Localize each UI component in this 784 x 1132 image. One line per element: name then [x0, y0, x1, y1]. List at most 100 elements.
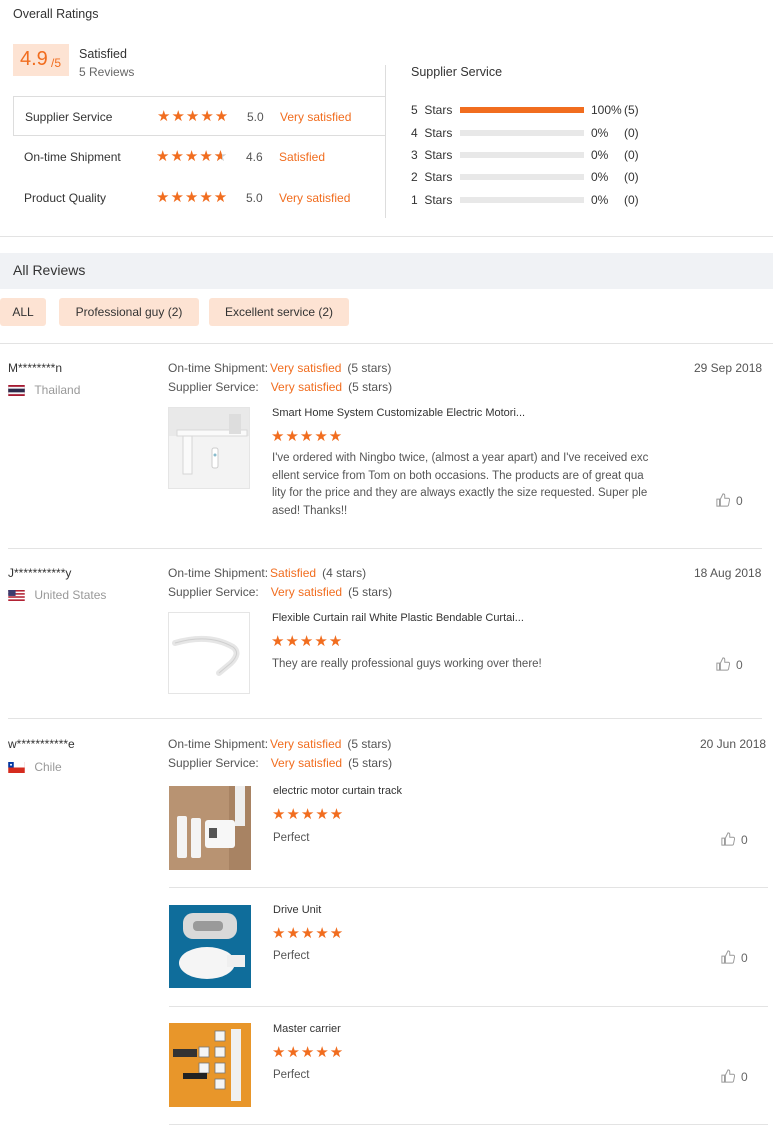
rating-row-product-quality[interactable]: Product Quality ★★★★★ 5.0 Very satisfied: [13, 178, 385, 218]
ontime-text: Very satisfied: [270, 361, 342, 375]
rating-value: 5.0: [247, 110, 264, 124]
product-thumbnail[interactable]: [169, 786, 251, 870]
review-divider: [8, 718, 762, 719]
chile-flag-icon: [8, 762, 25, 774]
rating-row-label: On-time Shipment: [24, 150, 121, 164]
review-date: 18 Aug 2018: [694, 566, 762, 580]
filter-professional-guy-button[interactable]: Professional guy (2): [59, 298, 199, 326]
product-title[interactable]: Master carrier: [273, 1023, 341, 1035]
distribution-row-2: 2 Stars 0% (0): [411, 170, 651, 184]
dist-pct: 0%: [591, 193, 609, 207]
overall-status: Satisfied: [79, 47, 127, 61]
product-thumbnail[interactable]: [169, 1023, 251, 1107]
like-button[interactable]: 0: [721, 1069, 748, 1084]
ontime-text: Very satisfied: [270, 737, 342, 751]
reviewer-country: United States: [8, 588, 106, 602]
like-button[interactable]: 0: [716, 657, 743, 672]
dist-label: 5 Stars: [411, 103, 453, 117]
like-button[interactable]: 0: [716, 493, 743, 508]
review-text-line: Perfect: [273, 1069, 310, 1081]
overall-score: 4.9: [20, 48, 48, 70]
like-count: 0: [736, 658, 743, 672]
section-divider: [0, 236, 773, 237]
rating-row-label: Product Quality: [24, 191, 107, 205]
like-button[interactable]: 0: [721, 832, 748, 847]
thumbs-up-icon: [721, 1069, 736, 1083]
dist-count: (0): [624, 126, 639, 140]
reviewer-name: w***********e: [8, 737, 75, 751]
product-title[interactable]: electric motor curtain track: [273, 785, 402, 797]
rating-stars: ★★★★★: [157, 108, 230, 125]
dist-label: 1 Stars: [411, 193, 453, 207]
product-title[interactable]: Smart Home System Customizable Electric …: [272, 407, 525, 419]
rating-text: Very satisfied: [279, 191, 351, 205]
product-thumbnail[interactable]: [169, 905, 251, 988]
distribution-row-4: 4 Stars 0% (0): [411, 126, 651, 140]
review-text-line: ased! Thanks!!: [272, 504, 348, 517]
overall-ratings-title: Overall Ratings: [13, 7, 99, 21]
smart-home-product-image: [169, 408, 249, 488]
product-rating-stars: ★★★★★: [271, 633, 344, 650]
overall-score-of: /5: [51, 56, 62, 70]
rating-text: Very satisfied: [280, 110, 352, 124]
item-divider: [169, 887, 768, 888]
usa-flag-icon: [8, 590, 25, 602]
supplier-label: Supplier Service:: [168, 380, 259, 394]
ontime-text: Satisfied: [270, 566, 317, 580]
country-name: Chile: [34, 760, 62, 774]
drive-unit-product-image: [169, 905, 251, 988]
review-text-line: They are really professional guys workin…: [272, 658, 542, 670]
thumbs-up-icon: [721, 950, 736, 964]
rating-row-label: Supplier Service: [25, 110, 113, 124]
review-text: Perfect: [273, 830, 309, 848]
dist-bar: [460, 152, 584, 158]
reviewer-country: Thailand: [8, 383, 80, 397]
dist-count: (0): [624, 148, 639, 162]
review-text-line: ellent service from Tom on both occasion…: [272, 469, 644, 482]
review-date: 29 Sep 2018: [694, 361, 763, 375]
product-thumbnail[interactable]: [168, 612, 250, 694]
like-count: 0: [741, 951, 748, 965]
product-rating-stars: ★★★★★: [272, 925, 345, 942]
all-reviews-header: All Reviews: [0, 253, 773, 289]
item-divider: [169, 1124, 768, 1125]
filter-all-button[interactable]: ALL: [0, 298, 46, 326]
motor-track-product-image: [169, 786, 251, 870]
dist-bar: [460, 130, 584, 136]
dist-pct: 0%: [591, 148, 609, 162]
like-count: 0: [741, 1070, 748, 1084]
dist-pct: 0%: [591, 126, 609, 140]
supplier-service-line: Supplier Service: Very satisfied (5 stars): [168, 585, 392, 599]
rating-row-ontime-shipment[interactable]: On-time Shipment ★★★★★ 4.6 Satisfied: [13, 137, 385, 177]
rating-row-supplier-service[interactable]: Supplier Service ★★★★★ 5.0 Very satisfie…: [13, 96, 385, 136]
ontime-shipment-line: On-time Shipment: Very satisfied (5 stars): [168, 737, 391, 751]
overall-reviews-count: 5 Reviews: [79, 65, 135, 79]
dist-bar: [460, 197, 584, 203]
thumbs-up-icon: [716, 493, 731, 507]
ontime-shipment-line: On-time Shipment: Satisfied (4 stars): [168, 566, 366, 580]
reviewer-country: Chile: [8, 760, 62, 774]
product-rating-stars: ★★★★★: [272, 1044, 345, 1061]
rating-text: Satisfied: [279, 150, 326, 164]
product-thumbnail[interactable]: [168, 407, 250, 489]
product-title[interactable]: Drive Unit: [273, 904, 321, 916]
section-divider: [0, 343, 773, 344]
product-rating-stars: ★★★★★: [272, 806, 345, 823]
rating-stars: ★★★★★: [156, 189, 229, 206]
review-text: Perfect: [273, 948, 309, 966]
supplier-service-line: Supplier Service: Very satisfied (5 stars): [168, 380, 392, 394]
review-text-line: Perfect: [273, 832, 310, 844]
filter-excellent-service-button[interactable]: Excellent service (2): [209, 298, 349, 326]
review-text: They are really professional guys workin…: [272, 656, 682, 674]
country-name: United States: [34, 588, 107, 602]
reviewer-name: M********n: [8, 361, 63, 375]
ontime-label: On-time Shipment:: [168, 737, 269, 751]
dist-bar: [460, 107, 584, 113]
ontime-stars-count: (5 stars): [347, 361, 392, 375]
dist-count: (0): [624, 193, 639, 207]
product-title[interactable]: Flexible Curtain rail White Plastic Bend…: [272, 612, 524, 624]
review-text: Perfect: [273, 1067, 309, 1085]
distribution-row-5: 5 Stars 100% (5): [411, 103, 651, 117]
rating-value: 5.0: [246, 191, 263, 205]
like-button[interactable]: 0: [721, 950, 748, 965]
